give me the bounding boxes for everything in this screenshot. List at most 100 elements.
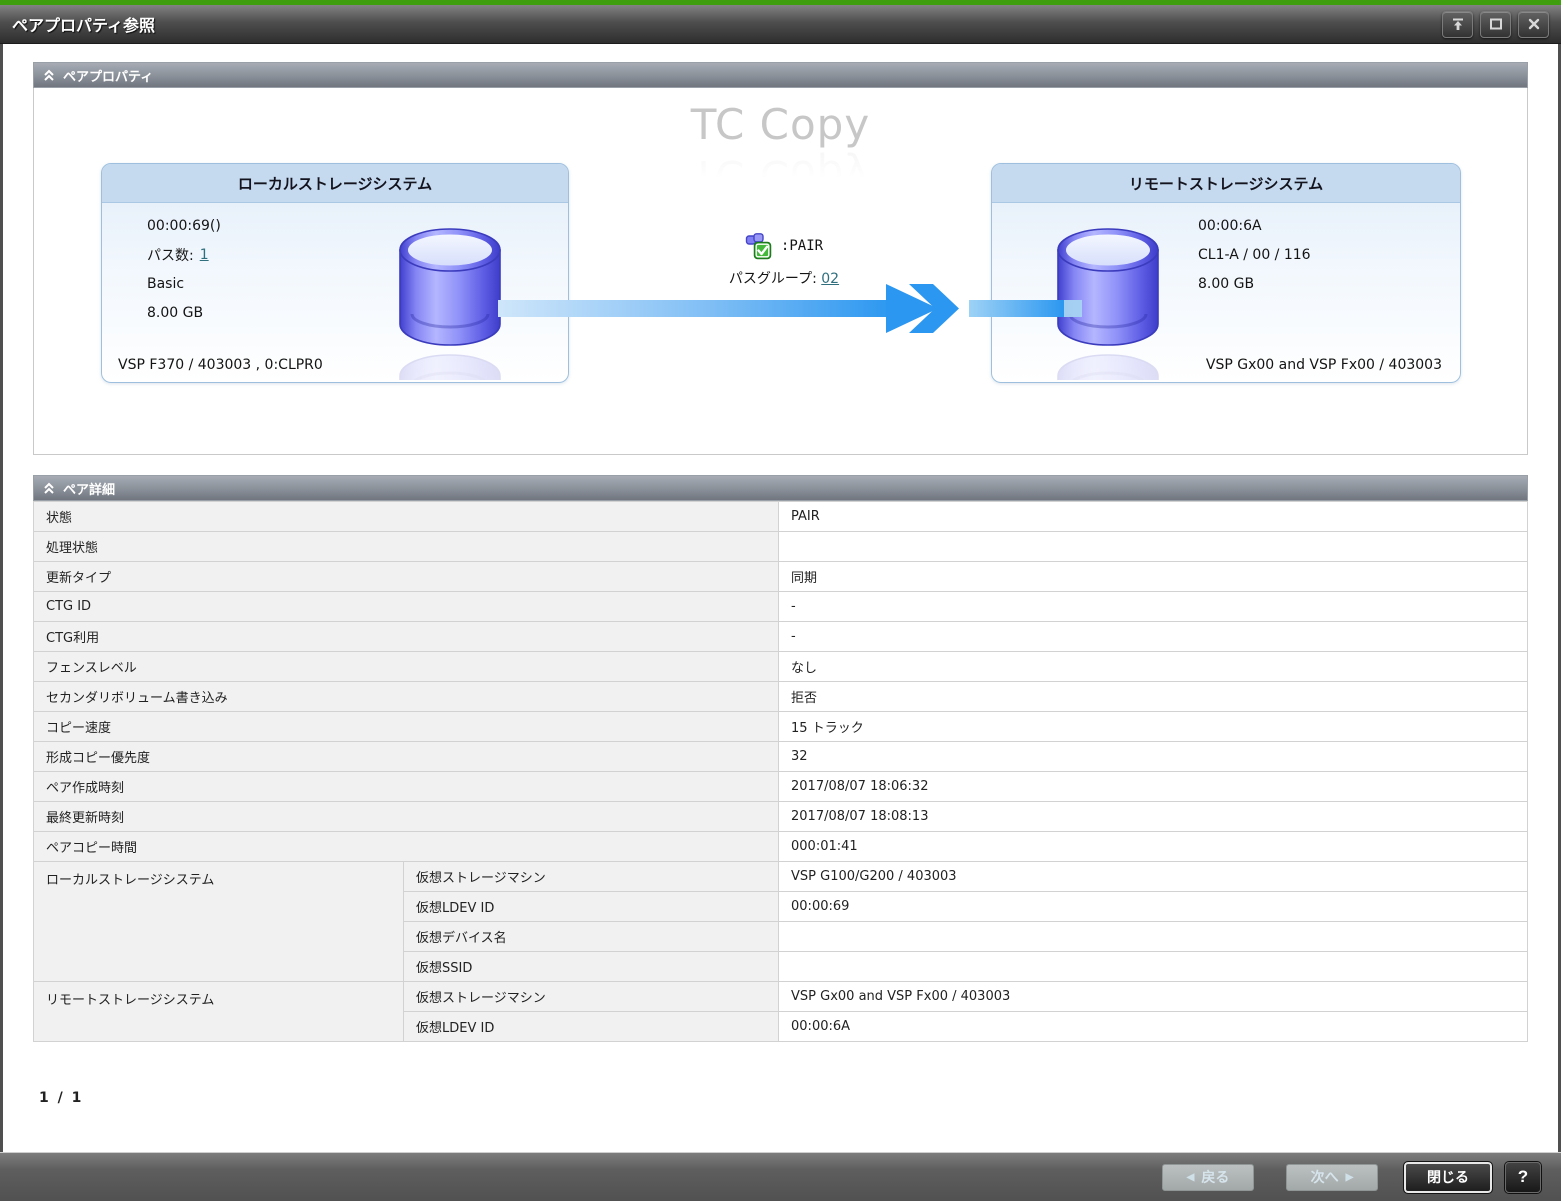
local-cylinder-reflection: [398, 352, 502, 380]
remote-capacity: 8.00 GB: [1198, 276, 1255, 292]
path-count-link[interactable]: 1: [200, 247, 209, 263]
local-capacity: 8.00 GB: [147, 305, 204, 321]
local-storage-system-name: VSP F370 / 403003 , 0:CLPR0: [118, 357, 323, 373]
remote-storage-box: リモートストレージシステム 00:00:6A CL1-A / 00 / 116 …: [991, 163, 1461, 383]
back-button[interactable]: ◀ 戻る: [1162, 1163, 1254, 1191]
next-button-label: 次へ: [1310, 1169, 1339, 1185]
maximize-button[interactable]: [1480, 10, 1511, 38]
pair-status: :PAIR パスグループ: 02: [634, 232, 934, 288]
row-label: フェンスレベル: [32, 651, 780, 682]
dialog-footer-bar: ◀ 戻る 次へ ▶ 閉じる ?: [0, 1152, 1561, 1201]
dialog-content: ペアプロパティ TC Copy TC Copy ローカルストレージシステム 00…: [0, 44, 1561, 1152]
row-value: 2017/08/07 18:08:13: [778, 801, 1528, 832]
copy-direction-arrow: [498, 284, 1082, 333]
maximize-icon: [1489, 18, 1502, 30]
table-row: ローカルストレージシステム 仮想ストレージマシン VSP G100/G200 /…: [33, 861, 1528, 982]
local-storage-info: 00:00:69() パス数: 1 Basic 8.00 GB: [147, 216, 221, 323]
row-label: 更新タイプ: [32, 561, 780, 592]
sub-row-label: 仮想SSID: [402, 951, 780, 982]
close-icon: [1528, 18, 1539, 30]
table-row: リモートストレージシステム 仮想ストレージマシン VSP Gx00 and VS…: [33, 981, 1528, 1042]
table-row: CTG利用 -: [32, 621, 1528, 652]
page-indicator: 1 / 1: [39, 1090, 84, 1106]
dialog-window: ペアプロパティ参照 ペアプロパティ TC Copy ローカルストレージシステム …: [0, 0, 1561, 1201]
row-value: [778, 531, 1528, 562]
remote-cylinder-reflection: [1056, 352, 1160, 380]
help-button[interactable]: ?: [1505, 1161, 1541, 1193]
close-dialog-button[interactable]: 閉じる: [1403, 1160, 1493, 1194]
sub-row-value: 00:00:69: [778, 891, 1528, 922]
row-value: 拒否: [778, 681, 1528, 712]
remote-storage-title-text: リモートストレージシステム: [1128, 174, 1324, 193]
sub-row-value: 00:00:6A: [778, 1011, 1528, 1042]
local-storage-title-text: ローカルストレージシステム: [237, 174, 433, 193]
dock-button[interactable]: [1442, 10, 1473, 38]
table-row: CTG ID -: [32, 591, 1528, 622]
group-label: リモートストレージシステム: [33, 981, 404, 1042]
table-row: 更新タイプ 同期: [32, 561, 1528, 592]
local-provisioning-type: Basic: [147, 276, 185, 292]
chevron-up-double-icon: [44, 69, 54, 81]
next-arrow-icon: ▶: [1345, 1171, 1354, 1183]
row-value: PAIR: [778, 501, 1528, 532]
row-label: セカンダリボリューム書き込み: [32, 681, 780, 712]
row-label: 状態: [32, 501, 780, 532]
local-storage-box: ローカルストレージシステム 00:00:69() パス数: 1 Basic 8.…: [101, 163, 569, 383]
row-value: なし: [778, 651, 1528, 682]
sub-row-label: 仮想デバイス名: [402, 921, 780, 952]
row-label: 処理状態: [32, 531, 780, 562]
pair-property-diagram: TC Copy TC Copy ローカルストレージシステム 00:00:69()…: [33, 88, 1528, 455]
table-row: 状態 PAIR: [32, 501, 1528, 532]
row-label: コピー速度: [32, 711, 780, 742]
collapse-pair-detail-button[interactable]: [43, 482, 55, 495]
window-titlebar: ペアプロパティ参照: [0, 5, 1561, 44]
pair-detail-section-header: ペア詳細: [33, 475, 1528, 501]
pair-detail-section-title: ペア詳細: [63, 482, 116, 498]
tc-copy-watermark: TC Copy: [690, 100, 871, 149]
remote-storage-system-name: VSP Gx00 and VSP Fx00 / 403003: [1205, 357, 1442, 373]
row-label: ペアコピー時間: [32, 831, 780, 862]
table-row: 形成コピー優先度 32: [32, 741, 1528, 772]
row-value: 同期: [778, 561, 1528, 592]
back-arrow-icon: ◀: [1186, 1171, 1195, 1183]
local-path-count-line: パス数: 1: [147, 245, 221, 265]
row-value: -: [778, 621, 1528, 652]
table-row: フェンスレベル なし: [32, 651, 1528, 682]
remote-ldev-id: 00:00:6A: [1198, 218, 1262, 234]
sub-row-label: 仮想LDEV ID: [402, 1011, 780, 1042]
row-value: 2017/08/07 18:06:32: [778, 771, 1528, 802]
row-label: 形成コピー優先度: [32, 741, 780, 772]
pair-property-section-title: ペアプロパティ: [63, 69, 154, 85]
table-row: ペアコピー時間 000:01:41: [32, 831, 1528, 862]
pair-status-icon: [745, 232, 772, 259]
row-label: CTG ID: [32, 591, 780, 622]
collapse-pair-property-button[interactable]: [43, 69, 55, 82]
sub-row-label: 仮想ストレージマシン: [402, 981, 780, 1012]
remote-port-info: CL1-A / 00 / 116: [1198, 247, 1311, 263]
row-label: 最終更新時刻: [32, 801, 780, 832]
row-value: -: [778, 591, 1528, 622]
pair-status-text: :PAIR: [780, 238, 824, 254]
back-button-label: 戻る: [1201, 1169, 1230, 1185]
local-volume-cylinder-icon: [398, 226, 502, 380]
row-label: ペア作成時刻: [32, 771, 780, 802]
close-button[interactable]: [1518, 10, 1549, 38]
sub-row-value: [778, 921, 1528, 952]
local-ldev-id: 00:00:69(): [147, 218, 221, 234]
chevron-up-double-icon: [44, 482, 54, 494]
table-row: 処理状態: [32, 531, 1528, 562]
sub-row-value: VSP Gx00 and VSP Fx00 / 403003: [778, 981, 1528, 1012]
sub-row-label: 仮想LDEV ID: [402, 891, 780, 922]
path-count-label: パス数:: [147, 248, 194, 264]
row-value: 15 トラック: [778, 711, 1528, 742]
table-row: 最終更新時刻 2017/08/07 18:08:13: [32, 801, 1528, 832]
remote-storage-info: 00:00:6A CL1-A / 00 / 116 8.00 GB: [1198, 216, 1311, 294]
group-label: ローカルストレージシステム: [33, 861, 404, 982]
row-value: 000:01:41: [778, 831, 1528, 862]
window-title: ペアプロパティ参照: [12, 16, 156, 35]
table-row: コピー速度 15 トラック: [32, 711, 1528, 742]
dock-icon: [1452, 18, 1463, 30]
remote-storage-box-title: リモートストレージシステム: [992, 164, 1460, 203]
next-button[interactable]: 次へ ▶: [1286, 1163, 1378, 1191]
pair-status-line: :PAIR: [634, 232, 934, 260]
